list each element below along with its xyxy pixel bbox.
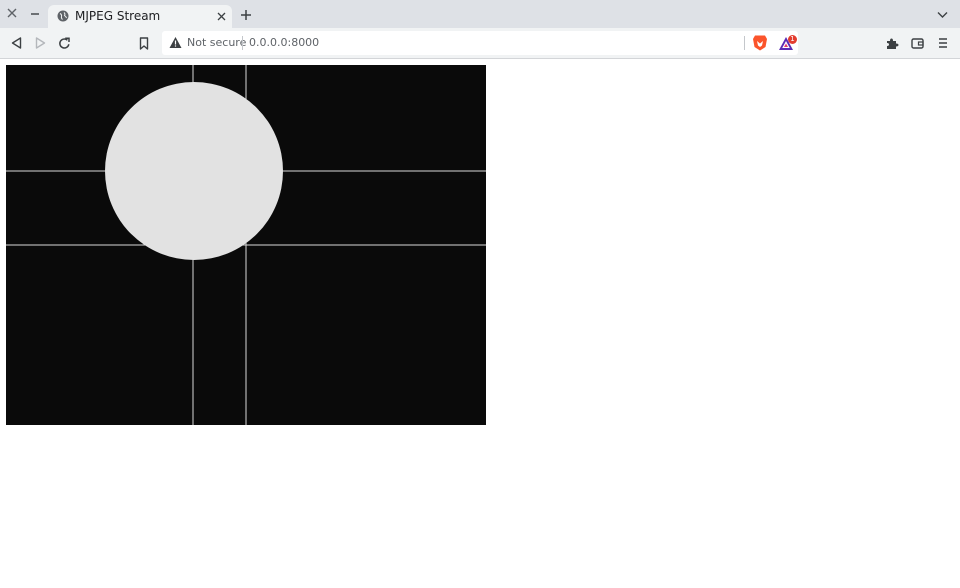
url-text[interactable]: 0.0.0.0:8000 — [249, 36, 319, 49]
omnibox-divider — [242, 36, 243, 50]
forward-button[interactable] — [31, 34, 49, 52]
main-menu-button[interactable] — [934, 34, 952, 52]
new-tab-button[interactable] — [238, 7, 254, 23]
tab-close-button[interactable] — [215, 10, 227, 22]
reload-button[interactable] — [55, 34, 73, 52]
page-content — [0, 59, 960, 588]
tab-strip: MJPEG Stream — [0, 0, 960, 28]
globe-icon — [57, 10, 69, 22]
omnibox-divider — [744, 36, 745, 50]
tab-mjpeg-stream[interactable]: MJPEG Stream — [48, 5, 232, 28]
rewards-badge: 1 — [788, 35, 797, 44]
tab-search-button[interactable] — [935, 8, 949, 22]
wallet-icon — [910, 38, 924, 49]
menu-icon — [939, 38, 947, 48]
back-icon — [11, 37, 21, 49]
warning-triangle-icon[interactable] — [169, 36, 182, 49]
stream-circle — [105, 82, 283, 260]
bookmark-button[interactable] — [135, 34, 153, 52]
brave-rewards-button[interactable]: 1 — [778, 35, 800, 51]
plus-icon — [241, 10, 251, 20]
reload-icon — [58, 36, 70, 49]
minimize-icon — [31, 13, 39, 15]
window-close-button[interactable] — [3, 3, 21, 23]
close-icon — [217, 12, 225, 20]
security-status-label[interactable]: Not secure — [187, 36, 246, 49]
address-bar[interactable]: Not secure 0.0.0.0:8000 1 — [162, 31, 798, 55]
close-icon — [7, 8, 17, 18]
forward-icon — [35, 37, 45, 49]
chevron-down-icon — [937, 12, 947, 18]
extensions-button[interactable] — [883, 34, 901, 52]
tab-title: MJPEG Stream — [75, 9, 161, 23]
window-minimize-button[interactable] — [26, 3, 44, 23]
wallet-button[interactable] — [908, 34, 926, 52]
mjpeg-stream-image — [6, 65, 486, 425]
browser-toolbar: Not secure 0.0.0.0:8000 1 — [0, 28, 960, 59]
puzzle-icon — [886, 38, 898, 49]
brave-lion-icon[interactable] — [752, 34, 768, 52]
back-button[interactable] — [7, 34, 25, 52]
bookmark-icon — [139, 36, 149, 50]
